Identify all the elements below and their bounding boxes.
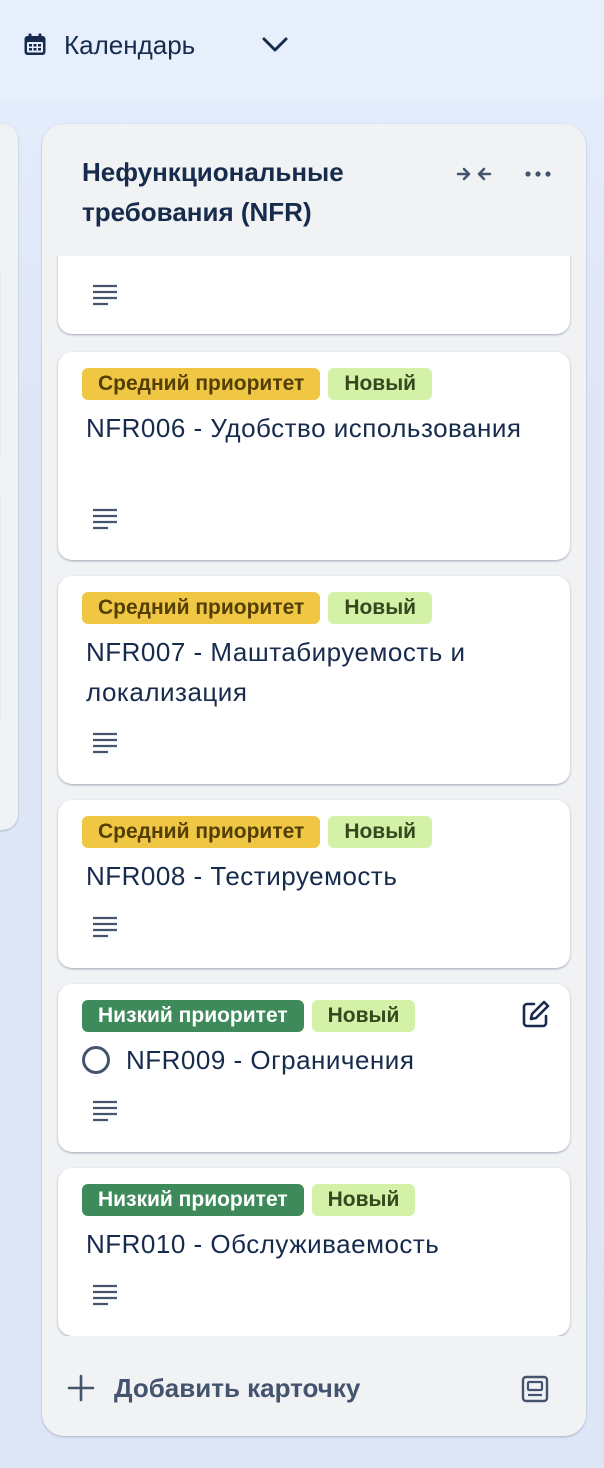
description-lines-icon xyxy=(92,1284,118,1306)
view-label: Календарь xyxy=(64,29,196,60)
label-status[interactable]: Новый xyxy=(328,592,433,624)
view-switcher[interactable]: Календарь xyxy=(22,22,288,68)
label-priority[interactable]: Низкий приоритет xyxy=(82,1000,304,1032)
label-priority[interactable]: Средний приоритет xyxy=(82,592,321,624)
card-title: NFR009 - Ограничения xyxy=(126,1045,415,1075)
calendar-icon xyxy=(22,32,48,58)
label-status[interactable]: Новый xyxy=(311,1184,416,1216)
description-lines-icon xyxy=(92,916,118,938)
description-lines-icon xyxy=(92,1100,118,1122)
list-title[interactable]: Нефункциональные требования (NFR) xyxy=(82,152,412,232)
card-1[interactable]: Средний приоритет Новый NFR006 - Удобств… xyxy=(58,352,570,560)
card-4[interactable]: Низкий приоритет Новый NFR009 - Ограниче… xyxy=(58,984,570,1152)
card-list: Средний приоритет Новый NFR006 - Удобств… xyxy=(42,256,586,1336)
add-card-button[interactable]: Добавить карточку xyxy=(64,1364,360,1412)
label-priority[interactable]: Средний приоритет xyxy=(82,816,321,848)
card-labels: Средний приоритет Новый xyxy=(82,816,433,848)
description-lines-icon xyxy=(92,732,118,754)
plus-icon xyxy=(64,1371,98,1405)
card-5[interactable]: Низкий приоритет Новый NFR010 - Обслужив… xyxy=(58,1168,570,1336)
description-lines-icon xyxy=(92,508,118,530)
card-title: NFR008 - Тестируемость xyxy=(86,861,398,891)
card-title: NFR010 - Обслуживаемость xyxy=(86,1229,440,1259)
list-footer: Добавить карточку xyxy=(42,1350,586,1426)
card-labels: Низкий приоритет Новый xyxy=(82,1000,416,1032)
complete-circle-icon[interactable] xyxy=(82,1046,110,1074)
card-title: NFR006 - Удобство использования xyxy=(86,413,522,443)
edit-icon[interactable] xyxy=(520,998,552,1030)
previous-list-edge xyxy=(0,124,18,830)
card-2[interactable]: Средний приоритет Новый NFR007 - Маштаби… xyxy=(58,576,570,784)
card-labels: Средний приоритет Новый xyxy=(82,592,433,624)
board-header: Календарь xyxy=(0,0,604,100)
list-column: Нефункциональные требования (NFR) Средни… xyxy=(42,124,586,1436)
label-status[interactable]: Новый xyxy=(328,816,433,848)
list-header: Нефункциональные требования (NFR) xyxy=(42,124,586,256)
card-labels: Низкий приоритет Новый xyxy=(82,1184,416,1216)
label-status[interactable]: Новый xyxy=(328,368,433,400)
add-card-label: Добавить карточку xyxy=(114,1372,361,1403)
collapse-list-icon[interactable] xyxy=(454,154,494,194)
label-priority[interactable]: Низкий приоритет xyxy=(82,1184,304,1216)
card-0[interactable] xyxy=(58,256,570,334)
chevron-down-icon[interactable] xyxy=(260,30,290,60)
card-title: NFR007 - Маштабируемость и локализация xyxy=(86,637,466,707)
description-lines-icon xyxy=(92,284,118,306)
card-template-icon[interactable] xyxy=(518,1372,552,1406)
card-3[interactable]: Средний приоритет Новый NFR008 - Тестиру… xyxy=(58,800,570,968)
card-labels: Средний приоритет Новый xyxy=(82,368,433,400)
label-priority[interactable]: Средний приоритет xyxy=(82,368,321,400)
more-horizontal-icon[interactable] xyxy=(518,154,558,194)
label-status[interactable]: Новый xyxy=(311,1000,416,1032)
